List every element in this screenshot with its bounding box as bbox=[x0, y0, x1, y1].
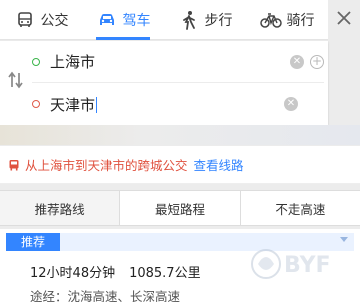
travel-mode-tabs: 公交 驾车 步行 骑行 bbox=[0, 0, 328, 40]
tab-walk-label: 步行 bbox=[204, 12, 233, 29]
bike-icon bbox=[259, 9, 282, 31]
tab-shortest[interactable]: 最短路程 bbox=[120, 191, 241, 225]
notice-text: 从上海市到天津市的跨城公交 bbox=[25, 158, 188, 173]
destination-input[interactable]: 天津市 bbox=[50, 94, 284, 115]
origin-row[interactable]: 上海市 ✕ + bbox=[32, 41, 324, 83]
tab-recommended[interactable]: 推荐路线 bbox=[0, 191, 121, 225]
close-button[interactable] bbox=[328, 0, 360, 40]
bus-icon bbox=[14, 9, 36, 31]
watermark-logo: BYF bbox=[244, 236, 360, 302]
tab-bike-label: 骑行 bbox=[286, 12, 315, 29]
swap-button[interactable] bbox=[7, 71, 25, 93]
route-distance: 1085.7公里 bbox=[129, 266, 201, 281]
intercity-bus-notice: 从上海市到天津市的跨城公交 查看线路 bbox=[0, 146, 360, 184]
recommended-badge: 推荐 bbox=[6, 233, 60, 251]
route-via: 途经：沈海高速、长深高速 bbox=[30, 289, 181, 302]
clear-destination-icon[interactable]: ✕ bbox=[284, 97, 298, 111]
destination-dot bbox=[32, 100, 40, 108]
tab-walk[interactable]: 步行 bbox=[164, 0, 246, 40]
add-waypoint-icon[interactable]: + bbox=[310, 54, 324, 69]
route-duration: 12小时48分钟 bbox=[30, 266, 116, 281]
origin-dot bbox=[32, 57, 40, 66]
route-preference-tabs: 推荐路线 最短路程 不走高速 bbox=[0, 190, 360, 226]
tab-bus[interactable]: 公交 bbox=[0, 0, 82, 40]
route-input-card: 上海市 ✕ + 天津市 ✕ bbox=[0, 41, 328, 125]
watermark-text: BYF bbox=[284, 253, 331, 278]
origin-input[interactable]: 上海市 bbox=[50, 51, 290, 72]
tab-no-highway[interactable]: 不走高速 bbox=[241, 191, 360, 225]
destination-text: 天津市 bbox=[50, 95, 96, 114]
walk-icon bbox=[178, 9, 200, 31]
close-icon bbox=[337, 11, 351, 29]
tab-drive-label: 驾车 bbox=[122, 12, 151, 29]
route-stats: 12小时48分钟 1085.7公里 bbox=[30, 262, 201, 281]
tab-bike[interactable]: 骑行 bbox=[246, 0, 328, 40]
bus-small-icon bbox=[8, 159, 20, 171]
map-background bbox=[0, 125, 360, 145]
clear-origin-icon[interactable]: ✕ bbox=[290, 54, 304, 69]
view-lines-link[interactable]: 查看线路 bbox=[194, 155, 244, 174]
text-caret bbox=[96, 96, 98, 113]
car-icon bbox=[96, 9, 118, 31]
destination-row[interactable]: 天津市 ✕ bbox=[32, 83, 324, 125]
tab-drive[interactable]: 驾车 bbox=[82, 0, 164, 40]
tab-bus-label: 公交 bbox=[40, 12, 69, 29]
swap-icon bbox=[8, 71, 24, 93]
